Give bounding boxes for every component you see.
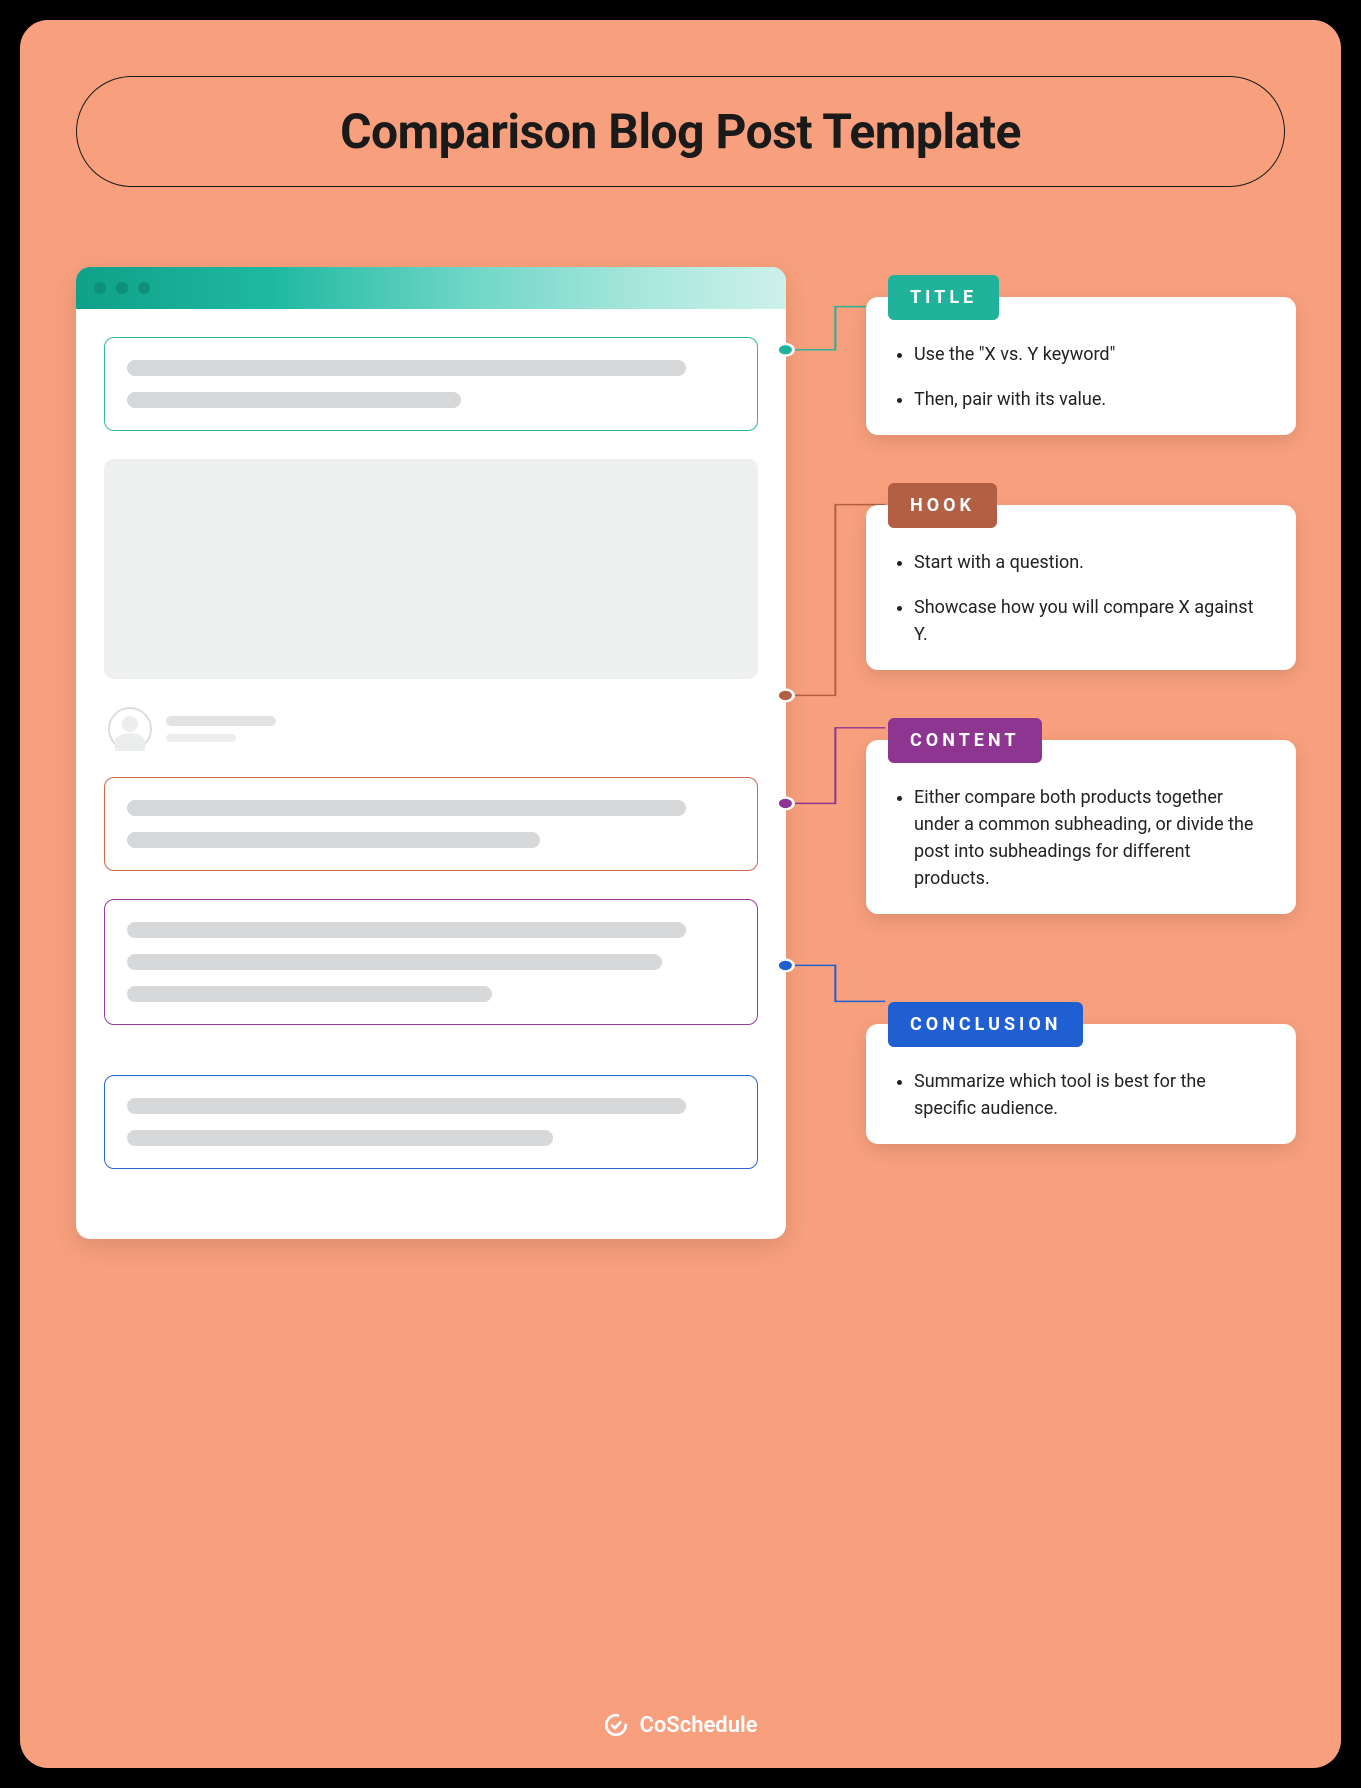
author-meta: [166, 716, 758, 742]
callout-tag: TITLE: [888, 275, 999, 320]
callout-item: Showcase how you will compare X against …: [914, 594, 1266, 648]
callout-title: TITLE Use the "X vs. Y keyword" Then, pa…: [866, 297, 1296, 435]
footer-brand: CoSchedule: [639, 1713, 757, 1738]
placeholder-line: [127, 1130, 553, 1146]
author-row: [108, 707, 758, 751]
placeholder-line: [127, 954, 662, 970]
page-title-pill: Comparison Blog Post Template: [76, 76, 1285, 187]
infographic-frame: Comparison Blog Post Template: [20, 20, 1341, 1768]
browser-title-bar: [76, 267, 786, 309]
browser-body: [76, 309, 786, 1239]
callout-item: Either compare both products together un…: [914, 784, 1266, 892]
placeholder-line: [127, 922, 686, 938]
callout-item: Then, pair with its value.: [914, 386, 1266, 413]
callout-tag: CONCLUSION: [888, 1002, 1083, 1047]
page-title: Comparison Blog Post Template: [117, 103, 1244, 160]
callout-content: CONTENT Either compare both products tog…: [866, 740, 1296, 914]
placeholder-line: [127, 1098, 686, 1114]
callout-tag: HOOK: [888, 483, 997, 528]
callout-hook: HOOK Start with a question. Showcase how…: [866, 505, 1296, 670]
content-row: TITLE Use the "X vs. Y keyword" Then, pa…: [76, 267, 1285, 1239]
hero-image-placeholder: [104, 459, 758, 679]
browser-mock: [76, 267, 786, 1239]
conclusion-section-box: [104, 1075, 758, 1169]
placeholder-line: [127, 986, 492, 1002]
window-dot-icon: [116, 282, 128, 294]
placeholder-line: [127, 832, 540, 848]
footer: CoSchedule: [20, 1712, 1341, 1738]
hook-section-box: [104, 777, 758, 871]
placeholder-line: [127, 800, 686, 816]
content-section-box: [104, 899, 758, 1025]
avatar-icon: [108, 707, 152, 751]
placeholder-line: [166, 716, 276, 726]
placeholder-line: [127, 360, 686, 376]
callout-item: Summarize which tool is best for the spe…: [914, 1068, 1266, 1122]
callout-conclusion: CONCLUSION Summarize which tool is best …: [866, 1024, 1296, 1144]
callout-item: Use the "X vs. Y keyword": [914, 341, 1266, 368]
placeholder-line: [166, 734, 236, 742]
callouts-column: TITLE Use the "X vs. Y keyword" Then, pa…: [866, 267, 1296, 1214]
callout-tag: CONTENT: [888, 718, 1042, 763]
title-section-box: [104, 337, 758, 431]
window-dot-icon: [138, 282, 150, 294]
window-dot-icon: [94, 282, 106, 294]
coschedule-logo-icon: [603, 1712, 629, 1738]
callout-item: Start with a question.: [914, 549, 1266, 576]
placeholder-line: [127, 392, 461, 408]
